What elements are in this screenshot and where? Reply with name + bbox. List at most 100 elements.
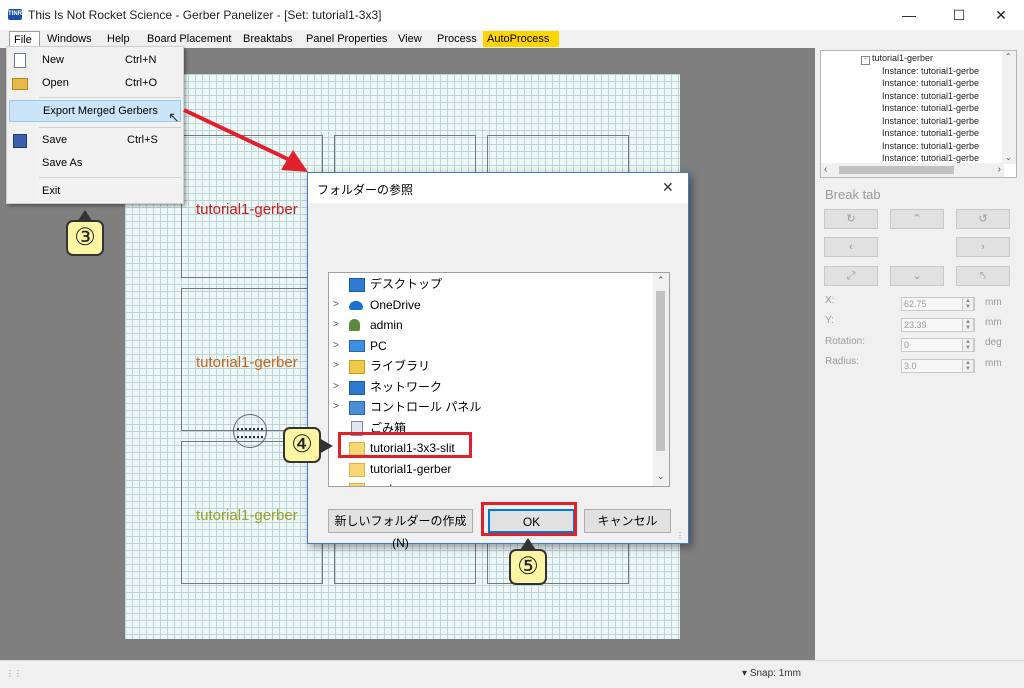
move-down-button[interactable]: ⌄	[890, 266, 944, 286]
snap-dropdown[interactable]: ▾ Snap: 1mm	[742, 668, 801, 679]
menu-item-save-as-label: Save As	[42, 157, 83, 169]
highlight-ok-button	[481, 502, 577, 536]
menu-autoprocess[interactable]: AutoProcess	[483, 31, 559, 47]
menu-item-open-shortcut: Ctrl+O	[125, 77, 158, 89]
menu-separator	[39, 97, 181, 98]
folder-row-onedrive[interactable]: > OneDrive	[329, 295, 649, 316]
folder-label: デスクトップ	[370, 277, 443, 291]
board-label: tutorial1-gerber	[196, 201, 298, 218]
folder-row-library[interactable]: > ライブラリ	[329, 356, 649, 377]
close-icon[interactable]: ✕	[978, 0, 1024, 30]
rotate-ccw-icon: ↺	[978, 213, 988, 225]
folder-row-work[interactable]: work	[329, 479, 649, 486]
scroll-thumb[interactable]	[839, 166, 954, 174]
radius-label: Radius:	[825, 356, 859, 367]
rotate-cw-button[interactable]: ↻	[824, 209, 878, 229]
maximize-icon[interactable]: ☐	[936, 0, 982, 30]
menu-file[interactable]: File	[9, 31, 40, 47]
folder-row-network[interactable]: > ネットワーク	[329, 377, 649, 398]
tree-item[interactable]: Instance: tutorial1-gerbe	[882, 140, 979, 153]
folder-tree-scrollbar[interactable]: ⌃ ⌄	[653, 273, 669, 486]
menu-process[interactable]: Process	[433, 31, 481, 47]
tree-item[interactable]: Instance: tutorial1-gerbe	[882, 77, 979, 90]
new-folder-button[interactable]: 新しいフォルダーの作成(N)	[328, 509, 473, 550]
tree-horizontal-scrollbar[interactable]: ‹ ›	[821, 163, 1004, 177]
chevron-right-icon[interactable]: >	[333, 336, 339, 356]
menu-breaktabs[interactable]: Breaktabs	[239, 31, 297, 47]
minimize-icon[interactable]: —	[886, 0, 932, 30]
menu-item-save-as[interactable]: Save As	[7, 152, 183, 174]
rotation-spinner[interactable]: ▲ ▼	[962, 338, 974, 352]
tree-item[interactable]: Instance: tutorial1-gerbe	[882, 90, 979, 103]
chevron-right-icon[interactable]: >	[333, 377, 339, 397]
folder-icon	[349, 462, 365, 477]
move-right-button[interactable]: ›	[956, 237, 1010, 257]
folder-row-pc[interactable]: > PC	[329, 336, 649, 357]
folder-browse-dialog: フォルダーの参照 ✕ デスクトップ > OneDrive > admin > P…	[307, 172, 689, 550]
menu-item-open[interactable]: Open Ctrl+O	[7, 72, 183, 94]
scroll-up-icon[interactable]: ⌃	[657, 275, 665, 286]
break-tab-marker[interactable]	[233, 414, 267, 448]
tree-item[interactable]: Instance: tutorial1-gerbe	[882, 65, 979, 78]
menu-item-open-label: Open	[42, 77, 69, 89]
move-up-button[interactable]: ⌃	[890, 209, 944, 229]
move-left-button[interactable]: ‹	[824, 237, 878, 257]
cancel-button[interactable]: キャンセル	[584, 509, 671, 533]
resize-grip-icon: ⋮	[676, 531, 684, 540]
tree-item[interactable]: Instance: tutorial1-gerbe	[882, 127, 979, 140]
menu-panel-properties[interactable]: Panel Properties	[302, 31, 391, 47]
scroll-down-icon[interactable]: ⌄	[657, 471, 665, 482]
folder-label: OneDrive	[370, 297, 421, 312]
arrow-shaft	[183, 108, 295, 164]
folder-label: ネットワーク	[370, 379, 443, 394]
break-tab-holes	[237, 428, 263, 438]
tree-vertical-scrollbar[interactable]: ⌃ ⌄	[1002, 51, 1016, 164]
scroll-right-icon[interactable]: ›	[998, 164, 1001, 175]
chevron-right-icon[interactable]: >	[333, 356, 339, 376]
collapse-icon[interactable]: -	[861, 56, 870, 65]
tree-root[interactable]: - tutorial1-gerber	[861, 52, 933, 65]
callout-step-5: ⑤	[509, 549, 547, 585]
menu-board-placement[interactable]: Board Placement	[143, 31, 235, 47]
scroll-up-icon[interactable]: ⌃	[1005, 52, 1012, 61]
rotate-ccw-button[interactable]: ↺	[956, 209, 1010, 229]
scroll-left-icon[interactable]: ‹	[824, 164, 827, 175]
tree-item[interactable]: Instance: tutorial1-gerbe	[882, 102, 979, 115]
user-icon	[349, 319, 360, 331]
desktop-icon	[349, 278, 365, 292]
pc-icon	[349, 339, 365, 352]
radius-spinner[interactable]: ▲ ▼	[962, 359, 974, 373]
callout-step-4: ④	[283, 427, 321, 463]
board-label: tutorial1-gerber	[196, 507, 298, 524]
folder-row-desktop[interactable]: デスクトップ	[329, 274, 649, 295]
shrink-button[interactable]: ⤣	[956, 266, 1010, 286]
tree-item[interactable]: Instance: tutorial1-gerbe	[882, 115, 979, 128]
menu-view[interactable]: View	[394, 31, 426, 47]
scroll-thumb[interactable]	[656, 291, 665, 451]
chevron-right-icon[interactable]: >	[333, 315, 339, 335]
app-icon: TINRS	[8, 9, 26, 20]
scroll-down-icon[interactable]: ⌄	[1005, 153, 1012, 162]
menu-item-export-merged-gerbers[interactable]: Export Merged Gerbers ↖	[9, 100, 181, 125]
chevron-right-icon[interactable]: >	[333, 295, 339, 315]
grow-button[interactable]: ⤢	[824, 266, 878, 286]
dialog-close-icon[interactable]: ✕	[662, 179, 674, 196]
board-label: tutorial1-gerber	[196, 354, 298, 371]
menu-item-exit[interactable]: Exit	[7, 180, 183, 202]
new-file-icon	[14, 53, 26, 68]
rotation-unit: deg	[985, 337, 1002, 348]
folder-row-control-panel[interactable]: > コントロール パネル	[329, 397, 649, 418]
folder-row-admin[interactable]: > admin	[329, 315, 649, 336]
y-spinner[interactable]: ▲ ▼	[962, 318, 974, 332]
menu-windows[interactable]: Windows	[43, 31, 96, 47]
chevron-right-icon[interactable]: >	[333, 397, 339, 417]
folder-row-tutorial1-gerber[interactable]: tutorial1-gerber	[329, 459, 649, 480]
board-instance[interactable]: tutorial1-gerber	[181, 288, 323, 431]
instance-tree[interactable]: - tutorial1-gerber Instance: tutorial1-ge…	[820, 50, 1017, 178]
menu-item-save[interactable]: Save Ctrl+S	[7, 129, 183, 151]
x-spinner[interactable]: ▲ ▼	[962, 297, 974, 311]
control-panel-icon	[349, 401, 365, 415]
highlight-selected-folder	[338, 432, 472, 458]
menu-item-new[interactable]: New Ctrl+N	[7, 49, 183, 71]
menu-help[interactable]: Help	[103, 31, 134, 47]
